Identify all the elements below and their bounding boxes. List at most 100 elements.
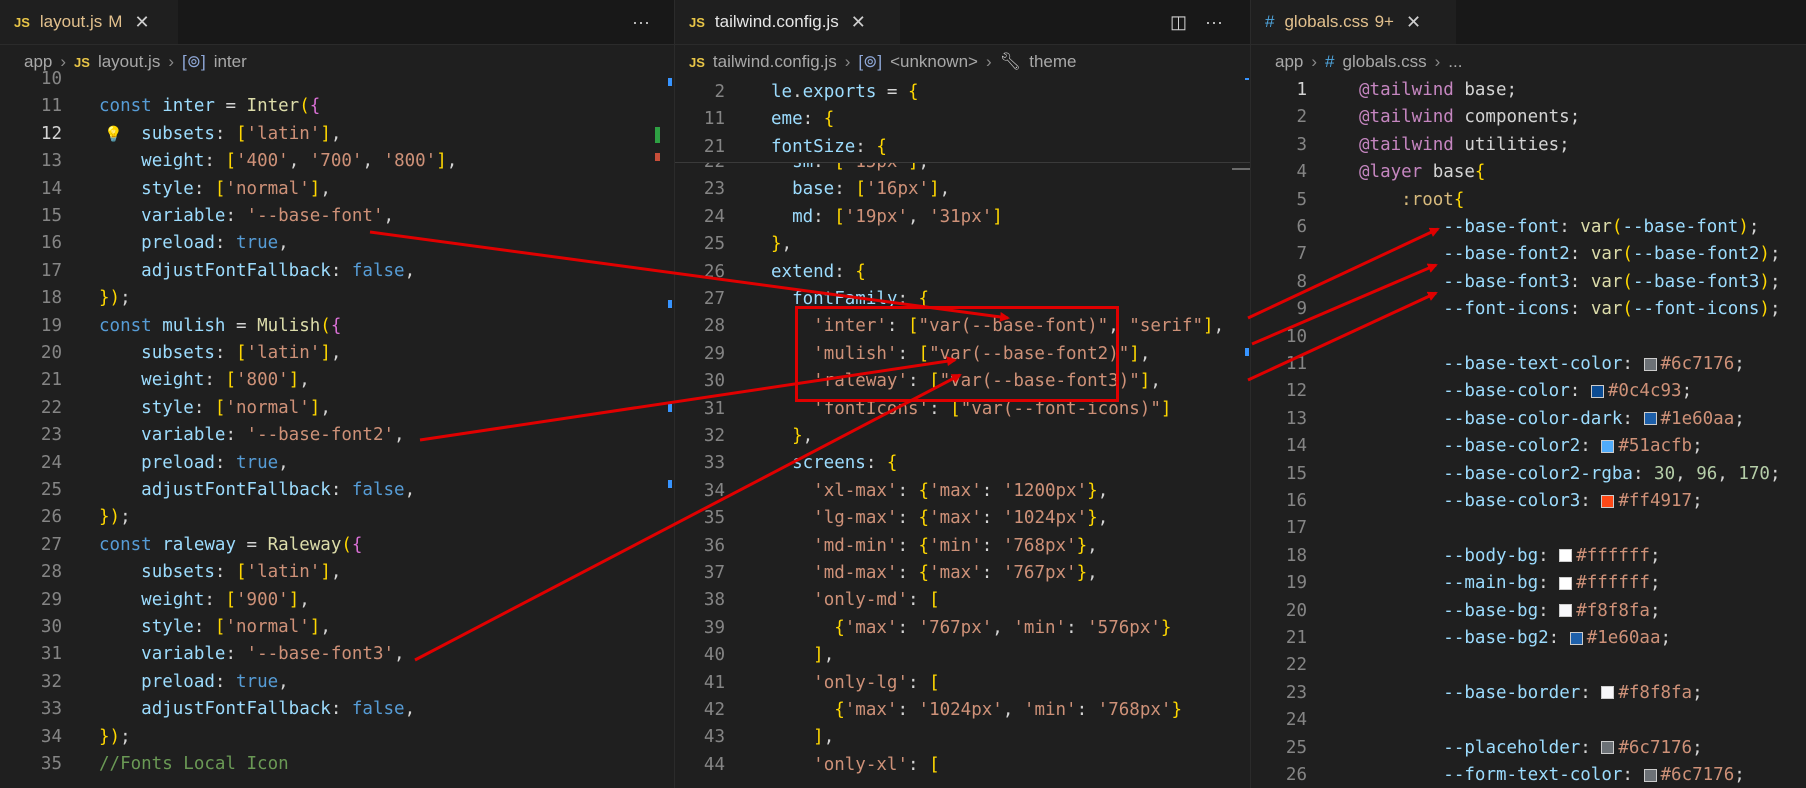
code-line[interactable]: 22 style: ['normal'], — [0, 395, 674, 422]
code-line[interactable]: 10 — [0, 66, 674, 93]
tab-layout-js[interactable]: JS layout.js M ✕ — [0, 0, 178, 44]
color-swatch[interactable] — [1643, 768, 1657, 782]
code-line[interactable]: 31 variable: '--base-font3', — [0, 641, 674, 668]
code-line[interactable]: 7 --base-font2: var(--base-font2); — [1251, 241, 1806, 268]
code-line[interactable]: 21 fontSize: { — [675, 134, 1250, 161]
code-line[interactable]: 10 — [1251, 324, 1806, 351]
code-line[interactable]: 21 weight: ['800'], — [0, 367, 674, 394]
code-line[interactable]: 39 {'max': '767px', 'min': '576px'} — [675, 615, 1250, 642]
code-line[interactable]: 23 variable: '--base-font2', — [0, 422, 674, 449]
code-line[interactable]: 34 'xl-max': {'max': '1200px'}, — [675, 478, 1250, 505]
color-swatch[interactable] — [1559, 604, 1573, 618]
code-line[interactable]: 37 'md-max': {'max': '767px'}, — [675, 560, 1250, 587]
code-line[interactable]: 32 }, — [675, 423, 1250, 450]
code-line[interactable]: 24 preload: true, — [0, 450, 674, 477]
code-line[interactable]: 19 --main-bg: #ffffff; — [1251, 570, 1806, 597]
code-line[interactable]: 26 --form-text-color: #6c7176; — [1251, 762, 1806, 788]
code-line[interactable]: 12 subsets: ['latin'], 💡 — [0, 121, 674, 148]
color-swatch[interactable] — [1643, 412, 1657, 426]
lightbulb-icon[interactable]: 💡 — [104, 121, 123, 148]
code-line[interactable]: 6 --base-font: var(--base-font); — [1251, 214, 1806, 241]
code-line[interactable]: 41 'only-lg': [ — [675, 670, 1250, 697]
color-swatch[interactable] — [1643, 357, 1657, 371]
code-line[interactable]: 16 preload: true, — [0, 230, 674, 257]
code-line[interactable]: 21 --base-bg2: #1e60aa; — [1251, 625, 1806, 652]
code-line[interactable]: 19 const mulish = Mulish({ — [0, 313, 674, 340]
sticky-scroll-header[interactable]: 2 le.exports = {11 eme: {21 fontSize: { — [675, 80, 1250, 163]
code-line[interactable]: 22 — [1251, 652, 1806, 679]
code-line[interactable]: 1 @tailwind base; — [1251, 77, 1806, 104]
code-line[interactable]: 11 const inter = Inter({ — [0, 93, 674, 120]
code-line[interactable]: 26}); — [0, 504, 674, 531]
code-line[interactable]: 20 --base-bg: #f8f8fa; — [1251, 598, 1806, 625]
code-line[interactable]: 5 :root{ — [1251, 187, 1806, 214]
close-icon[interactable]: ✕ — [1406, 12, 1421, 33]
color-swatch[interactable] — [1601, 439, 1615, 453]
code-line[interactable]: 25 --placeholder: #6c7176; — [1251, 735, 1806, 762]
breadcrumb-item[interactable]: ... — [1448, 52, 1462, 72]
color-swatch[interactable] — [1590, 384, 1604, 398]
more-icon[interactable]: ··· — [1205, 12, 1223, 33]
code-line[interactable]: 16 --base-color3: #ff4917; — [1251, 488, 1806, 515]
code-line[interactable]: 25 adjustFontFallback: false, — [0, 477, 674, 504]
color-swatch[interactable] — [1601, 686, 1615, 700]
close-icon[interactable]: ✕ — [851, 12, 866, 33]
code-line[interactable]: 13 weight: ['400', '700', '800'], — [0, 148, 674, 175]
code-line[interactable]: 26 extend: { — [675, 259, 1250, 286]
code-line[interactable]: 43 ], — [675, 724, 1250, 751]
color-swatch[interactable] — [1601, 494, 1615, 508]
code-line[interactable]: 14 style: ['normal'], — [0, 176, 674, 203]
code-line[interactable]: 23 --base-border: #f8f8fa; — [1251, 680, 1806, 707]
color-swatch[interactable] — [1569, 631, 1583, 645]
breadcrumb-item[interactable]: app — [1275, 52, 1303, 72]
code-line[interactable]: 35 //Fonts Local Icon — [0, 751, 674, 778]
code-line[interactable]: 28 subsets: ['latin'], — [0, 559, 674, 586]
code-editor[interactable]: 10 11 const inter = Inter({12 subsets: ['l… — [0, 69, 674, 788]
code-line[interactable]: 44 'only-xl': [ — [675, 752, 1250, 779]
code-line[interactable]: 9 --font-icons: var(--font-icons); — [1251, 296, 1806, 323]
more-actions-button[interactable]: ··· — [632, 0, 650, 44]
code-line[interactable]: 18}); — [0, 285, 674, 312]
breadcrumb-item[interactable]: <unknown> — [890, 52, 978, 72]
code-line[interactable]: 20 subsets: ['latin'], — [0, 340, 674, 367]
code-line[interactable]: 15 --base-color2-rgba: 30, 96, 170; — [1251, 461, 1806, 488]
color-swatch[interactable] — [1559, 576, 1573, 590]
code-line[interactable]: 42 {'max': '1024px', 'min': '768px'} — [675, 697, 1250, 724]
code-line[interactable]: 29 weight: ['900'], — [0, 587, 674, 614]
code-line[interactable]: 33 screens: { — [675, 450, 1250, 477]
code-line[interactable]: 24 md: ['19px', '31px'] — [675, 204, 1250, 231]
code-line[interactable]: 18 --body-bg: #ffffff; — [1251, 543, 1806, 570]
code-line[interactable]: 27 const raleway = Raleway({ — [0, 532, 674, 559]
code-line[interactable]: 11 eme: { — [675, 106, 1250, 133]
code-line[interactable]: 24 — [1251, 707, 1806, 734]
tab-globals-css[interactable]: # globals.css 9+ ✕ — [1251, 0, 1456, 44]
code-line[interactable]: 32 preload: true, — [0, 669, 674, 696]
code-line[interactable]: 30 style: ['normal'], — [0, 614, 674, 641]
code-line[interactable]: 4 @layer base{ — [1251, 159, 1806, 186]
close-icon[interactable]: ✕ — [134, 12, 149, 33]
tab-tailwind-config-js[interactable]: JS tailwind.config.js ✕ — [675, 0, 900, 44]
code-line[interactable]: 12 --base-color: #0c4c93; — [1251, 378, 1806, 405]
code-line[interactable]: 8 --base-font3: var(--base-font3); — [1251, 269, 1806, 296]
code-line[interactable]: 2 le.exports = { — [675, 79, 1250, 106]
code-line[interactable]: 17 adjustFontFallback: false, — [0, 258, 674, 285]
color-swatch[interactable] — [1601, 741, 1615, 755]
code-editor[interactable]: 1 @tailwind base; 2 @tailwind components; 3 @… — [1251, 80, 1806, 788]
code-line[interactable]: 3 @tailwind utilities; — [1251, 132, 1806, 159]
code-line[interactable]: 25}, — [675, 231, 1250, 258]
scrollbar-thumb[interactable] — [1232, 168, 1250, 170]
code-editor[interactable]: 22 sm: ['15px'],23 base: ['16px'],24 md:… — [675, 149, 1250, 788]
code-line[interactable]: 2 @tailwind components; — [1251, 104, 1806, 131]
code-line[interactable]: 15 variable: '--base-font', — [0, 203, 674, 230]
code-line[interactable]: 38 'only-md': [ — [675, 587, 1250, 614]
code-line[interactable]: 36 'md-min': {'min': '768px'}, — [675, 533, 1250, 560]
code-line[interactable]: 14 --base-color2: #51acfb; — [1251, 433, 1806, 460]
code-line[interactable]: 35 'lg-max': {'max': '1024px'}, — [675, 505, 1250, 532]
code-line[interactable]: 34}); — [0, 724, 674, 751]
code-line[interactable]: 33 adjustFontFallback: false, — [0, 696, 674, 723]
breadcrumb-item[interactable]: globals.css — [1343, 52, 1427, 72]
color-swatch[interactable] — [1559, 549, 1573, 563]
code-line[interactable]: 17 — [1251, 515, 1806, 542]
code-line[interactable]: 13 --base-color-dark: #1e60aa; — [1251, 406, 1806, 433]
split-editor-icon[interactable]: ◫ — [1170, 12, 1187, 33]
